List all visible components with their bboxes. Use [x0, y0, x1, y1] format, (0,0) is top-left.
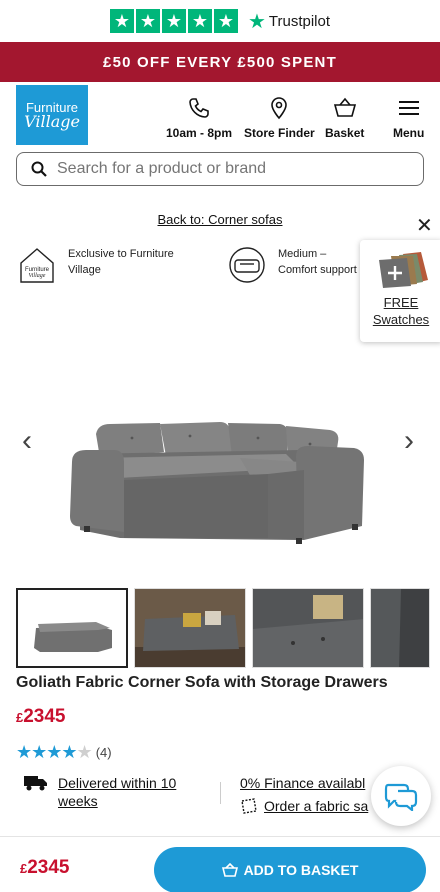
thumbnail-1[interactable]: [16, 588, 128, 668]
house-logo-icon: Furniture Village: [20, 248, 54, 283]
thumbnail-4[interactable]: [370, 588, 430, 668]
phone-icon: [189, 98, 209, 118]
search-icon: [31, 161, 47, 177]
order-fabric-sample-link[interactable]: Order a fabric sa: [264, 797, 368, 815]
sticky-buy-bar: £2345 ADD TO BASKET: [0, 836, 440, 892]
finance-link[interactable]: 0% Finance availabl: [240, 775, 365, 791]
star-icon: ★: [187, 9, 212, 33]
basket-icon: [333, 97, 356, 117]
search-bar[interactable]: [16, 152, 424, 186]
trustpilot-brand: Trustpilot: [268, 12, 331, 30]
usp-comfort: Medium – Comfort support: [228, 246, 368, 284]
product-rating[interactable]: ★★★★★ (4): [16, 742, 112, 763]
trustpilot-logo: ★ Trustpilot: [248, 9, 330, 34]
basket-label: Basket: [325, 126, 365, 140]
thumbnail-2[interactable]: [134, 588, 246, 668]
delivery-info: Delivered within 10 weeks: [24, 774, 176, 810]
basket-link[interactable]: Basket: [325, 96, 364, 140]
breadcrumb: Back to: Corner sofas: [0, 212, 440, 227]
product-title: Goliath Fabric Corner Sofa with Storage …: [16, 674, 388, 691]
store-finder-link[interactable]: Store Finder: [244, 96, 315, 140]
site-header: Furniture Village 10am - 8pm Store Finde…: [0, 82, 440, 148]
swatches-label: Swatches: [372, 312, 430, 327]
menu-label: Menu: [393, 126, 425, 140]
sticky-price: £2345: [20, 857, 70, 879]
finance-info: 0% Finance availabl Order a fabric sa: [240, 774, 368, 815]
promo-banner[interactable]: £50 OFF EVERY £500 SPENT: [0, 42, 440, 82]
star-icon: ★: [109, 9, 134, 33]
menu-button[interactable]: Menu: [393, 96, 424, 140]
price-value: 2345: [23, 706, 66, 727]
promo-text: £50 OFF EVERY £500 SPENT: [103, 53, 337, 71]
search-input[interactable]: [57, 160, 397, 178]
hamburger-menu-icon: [398, 101, 419, 115]
fabric-swatch-icon: [379, 252, 428, 288]
thumbnail-image: [371, 589, 429, 667]
free-label: FREE: [383, 295, 419, 310]
chat-bubble-icon: [384, 783, 418, 811]
delivery-text-line2: weeks: [58, 793, 98, 809]
trustpilot-star-icon: ★: [247, 10, 266, 33]
add-to-basket-button[interactable]: ADD TO BASKET: [154, 847, 426, 892]
price-value: 2345: [27, 857, 70, 878]
review-count: (4): [95, 745, 112, 760]
back-to-category-link[interactable]: Back to: Corner sofas: [158, 212, 283, 227]
rating-stars: ★★★★★: [16, 742, 93, 762]
trustpilot-bar[interactable]: ★ ★ ★ ★ ★ ★ Trustpilot: [0, 0, 440, 42]
opening-hours-link[interactable]: 10am - 8pm: [166, 96, 232, 140]
star-icon: ★: [135, 9, 160, 33]
logo-line2: Village: [24, 111, 80, 131]
delivery-truck-icon: [24, 776, 47, 791]
delivery-text-line1: Delivered within 10: [58, 775, 177, 791]
product-image-gallery[interactable]: ‹ ›: [0, 350, 440, 580]
seat-cushion-icon: [229, 247, 265, 283]
fabric-sample-icon: [241, 798, 257, 814]
trustpilot-stars: ★ ★ ★ ★ ★: [109, 9, 238, 33]
chevron-left-icon[interactable]: ‹: [22, 424, 32, 458]
free-swatches-button[interactable]: FREE Swatches: [360, 240, 440, 342]
free-swatches-label: FREE Swatches: [373, 294, 429, 328]
opening-hours-label: 10am - 8pm: [166, 126, 233, 140]
thumbnail-strip: [16, 588, 430, 668]
thumbnail-3[interactable]: [252, 588, 364, 668]
close-icon[interactable]: ✕: [416, 216, 433, 236]
product-price: £2345: [16, 706, 66, 728]
usp-text: Medium – Comfort support: [278, 248, 357, 276]
store-finder-label: Store Finder: [244, 126, 315, 140]
divider: [220, 782, 221, 804]
thumbnail-image: [18, 590, 126, 666]
live-chat-button[interactable]: [371, 766, 431, 826]
chevron-right-icon[interactable]: ›: [404, 424, 414, 458]
basket-icon: [221, 863, 238, 877]
star-icon: ★: [161, 9, 186, 33]
add-to-basket-label: ADD TO BASKET: [243, 862, 359, 878]
thumbnail-image: [253, 589, 363, 667]
svg-text:Village: Village: [29, 273, 46, 279]
star-icon: ★: [213, 9, 238, 33]
furniture-village-logo[interactable]: Furniture Village: [16, 85, 88, 145]
delivery-link[interactable]: Delivered within 10 weeks: [58, 774, 176, 810]
thumbnail-image: [135, 589, 245, 667]
location-pin-icon: [271, 97, 288, 120]
usp-exclusive: Furniture Village Exclusive to Furniture…: [18, 246, 208, 284]
usp-text: Exclusive to Furniture Village: [68, 248, 174, 276]
product-main-image: [70, 422, 364, 544]
